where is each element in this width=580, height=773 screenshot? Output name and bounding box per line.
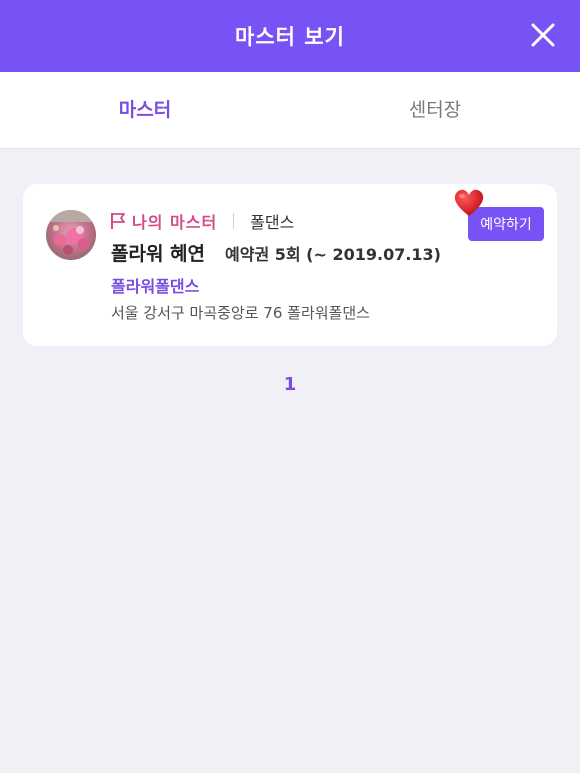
- my-master-label: 나의 마스터: [132, 209, 217, 233]
- page-number-1[interactable]: 1: [284, 374, 297, 395]
- tab-master[interactable]: 마스터: [0, 72, 290, 148]
- page-title: 마스터 보기: [235, 21, 345, 51]
- card-meta-row: 나의 마스터 폴댄스: [110, 210, 294, 232]
- category-label: 폴댄스: [250, 209, 294, 233]
- tab-center-manager[interactable]: 센터장: [290, 72, 580, 148]
- avatar: [46, 210, 96, 260]
- close-icon[interactable]: [528, 20, 558, 50]
- card-name-row: 폴라워 혜연 예약권 5회 (~ 2019.07.13): [111, 239, 441, 266]
- meta-divider: [233, 213, 234, 229]
- center-name[interactable]: 폴라워폴댄스: [111, 273, 199, 297]
- center-address: 서울 강서구 마곡중앙로 76 폴라워폴댄스: [111, 302, 370, 323]
- master-name: 폴라워 혜연: [111, 239, 205, 266]
- master-card[interactable]: 나의 마스터 폴댄스 폴라워 혜연 예약권 5회 (~ 2019.07.13) …: [23, 184, 557, 346]
- flag-icon: [110, 212, 126, 230]
- tab-bar: 마스터 센터장: [0, 72, 580, 149]
- pagination: 1: [0, 374, 580, 395]
- heart-icon: [453, 188, 485, 218]
- ticket-info: 예약권 5회 (~ 2019.07.13): [225, 241, 441, 265]
- header-bar: 마스터 보기: [0, 0, 580, 72]
